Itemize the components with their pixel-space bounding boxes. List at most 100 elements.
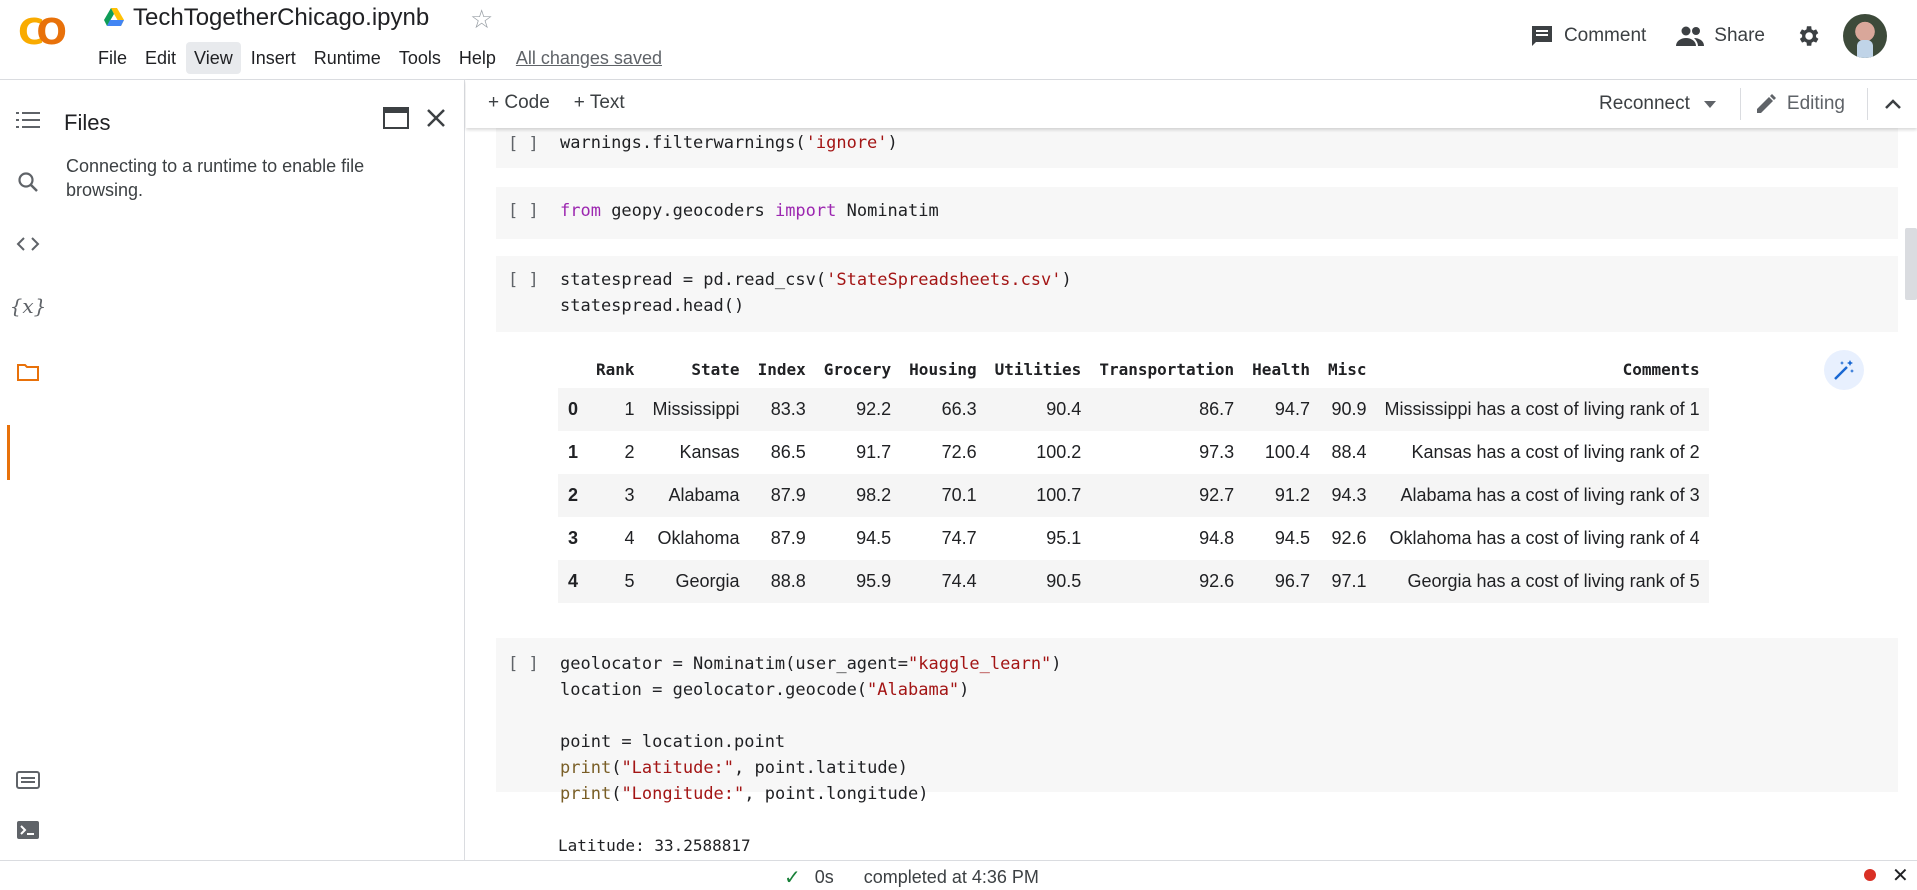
table-cell: 94.5: [856, 528, 892, 548]
terminal-icon[interactable]: [14, 816, 42, 844]
column-header: State: [691, 359, 740, 379]
table-cell: 96.7: [1243, 560, 1319, 603]
table-cell: 3: [587, 474, 644, 517]
table-cell: 70.1: [900, 474, 986, 517]
comment-label: Comment: [1563, 25, 1647, 46]
table-cell: 5: [587, 560, 644, 603]
menu-edit[interactable]: Edit: [137, 42, 184, 74]
table-cell: 97.1: [1318, 560, 1376, 603]
variables-icon[interactable]: {x}: [10, 292, 47, 320]
save-status-link[interactable]: All changes saved: [506, 42, 672, 74]
table-cell: 94.5: [1274, 528, 1310, 548]
chevron-up-icon[interactable]: [1867, 88, 1917, 120]
add-text-button[interactable]: + Text: [574, 92, 625, 114]
table-cell: 83.3: [748, 388, 815, 431]
recording-dot-icon: [1864, 869, 1876, 881]
table-cell: 72.6: [941, 442, 977, 462]
gear-icon[interactable]: [1795, 23, 1821, 49]
magic-wand-icon[interactable]: [1824, 350, 1864, 390]
menu-help[interactable]: Help: [451, 42, 504, 74]
run-cell-bracket[interactable]: [ ]: [508, 270, 539, 290]
column-header: Housing: [909, 359, 977, 379]
cell-code[interactable]: warnings.filterwarnings('ignore'): [560, 130, 898, 156]
notebook-area: [ ] warnings.filterwarnings('ignore') [ …: [466, 128, 1917, 860]
menu-insert[interactable]: Insert: [243, 42, 304, 74]
cell-output: Latitude: 33.2588817: [558, 836, 751, 855]
comment-button[interactable]: Comment: [1530, 24, 1646, 48]
scrollbar[interactable]: [1905, 228, 1917, 300]
comment-icon: [1531, 26, 1552, 46]
table-cell: Oklahoma has a cost of living rank of 4: [1389, 528, 1700, 548]
table-cell: 74.7: [941, 528, 977, 548]
table-cell: 91.2: [1243, 474, 1319, 517]
share-label: Share: [1714, 25, 1765, 46]
close-icon[interactable]: ✕: [1892, 863, 1909, 888]
column-header: Health: [1252, 359, 1310, 379]
table-row: 2 3 Alabama 87.9 98.2 70.1 100.7 92.7 91…: [558, 474, 1709, 517]
open-in-window-icon[interactable]: [382, 104, 410, 132]
table-row: 0 1 Mississippi 83.3 92.2 66.3 90.4 86.7…: [558, 388, 1709, 431]
menu-file[interactable]: File: [90, 42, 135, 74]
code-cell[interactable]: [ ] from geopy.geocoders import Nominati…: [496, 187, 1898, 239]
left-rail: {x}: [0, 80, 54, 887]
notebook-title[interactable]: TechTogetherChicago.ipynb: [133, 4, 429, 32]
status-bar: ✓ 0s completed at 4:36 PM ✕: [0, 860, 1917, 889]
table-cell: 100.4: [1264, 442, 1310, 462]
run-cell-bracket[interactable]: [ ]: [508, 134, 539, 154]
cell-code[interactable]: geolocator = Nominatim(user_agent="kaggl…: [560, 651, 1062, 807]
table-cell: 1: [587, 388, 644, 431]
share-button[interactable]: Share: [1676, 25, 1765, 47]
star-icon[interactable]: ☆: [470, 4, 493, 35]
code-cell[interactable]: [ ] geolocator = Nominatim(user_agent="k…: [496, 638, 1898, 804]
run-cell-bracket[interactable]: [ ]: [508, 201, 539, 221]
table-cell: 95.9: [814, 560, 901, 603]
cell-code[interactable]: statespread = pd.read_csv('StateSpreadsh…: [560, 267, 1072, 319]
table-cell: Mississippi: [643, 388, 749, 431]
editing-mode-button[interactable]: Editing: [1755, 93, 1845, 115]
code-snippets-icon[interactable]: [14, 230, 42, 258]
table-row: 4 5 Georgia 88.8 95.9 74.4 90.5 92.6 96.…: [558, 560, 1709, 603]
table-cell: 92.6: [1331, 528, 1367, 548]
table-row: 3 4 Oklahoma 87.9 94.5 74.7 95.1 94.8 94…: [558, 517, 1709, 560]
table-cell: 92.6: [1090, 560, 1244, 603]
chevron-down-icon[interactable]: [1703, 100, 1716, 108]
colab-logo[interactable]: CO: [18, 12, 82, 53]
column-header: Comments: [1622, 359, 1700, 379]
execution-duration: 0s: [814, 867, 834, 887]
top-bar: CO TechTogetherChicago.ipynb ☆ File Edit…: [0, 0, 1917, 80]
table-cell: 87.9: [770, 528, 806, 548]
header-actions: Comment Share: [1530, 12, 1917, 60]
menu-view[interactable]: View: [186, 42, 241, 74]
table-cell: Alabama: [643, 474, 749, 517]
row-index: 2: [558, 474, 588, 517]
avatar[interactable]: [1843, 14, 1887, 58]
table-cell: 86.5: [770, 442, 806, 462]
command-palette-icon[interactable]: [14, 766, 42, 794]
close-icon[interactable]: [422, 104, 450, 132]
table-cell: 4: [624, 528, 635, 548]
table-cell: 87.9: [748, 474, 815, 517]
table-cell: 94.7: [1243, 388, 1319, 431]
menu-tools[interactable]: Tools: [391, 42, 449, 74]
menu-runtime[interactable]: Runtime: [306, 42, 389, 74]
table-cell: 90.4: [985, 388, 1091, 431]
code-cell[interactable]: [ ] statespread = pd.read_csv('StateSpre…: [496, 256, 1898, 332]
add-code-button[interactable]: + Code: [488, 92, 550, 114]
folder-icon[interactable]: [14, 358, 42, 386]
table-cell: Mississippi has a cost of living rank of…: [1375, 388, 1709, 431]
toc-icon[interactable]: [14, 106, 42, 134]
table-cell: 92.7: [1090, 474, 1244, 517]
code-cell[interactable]: [ ] warnings.filterwarnings('ignore'): [496, 128, 1898, 168]
run-cell-bracket[interactable]: [ ]: [508, 654, 539, 674]
column-header: Rank: [596, 359, 635, 379]
column-header: Grocery: [823, 359, 892, 379]
table-cell: 92.2: [814, 388, 901, 431]
files-status-message: Connecting to a runtime to enable file b…: [66, 156, 365, 200]
reconnect-button[interactable]: Reconnect: [1599, 93, 1690, 115]
search-icon[interactable]: [14, 168, 42, 196]
table-cell: 100.2: [1036, 442, 1082, 462]
column-header: Misc: [1327, 359, 1367, 379]
table-header-row: Rank State Index Grocery Housing Utiliti…: [558, 350, 1709, 388]
table-cell: 2: [624, 442, 635, 462]
cell-code[interactable]: from geopy.geocoders import Nominatim: [560, 198, 939, 224]
